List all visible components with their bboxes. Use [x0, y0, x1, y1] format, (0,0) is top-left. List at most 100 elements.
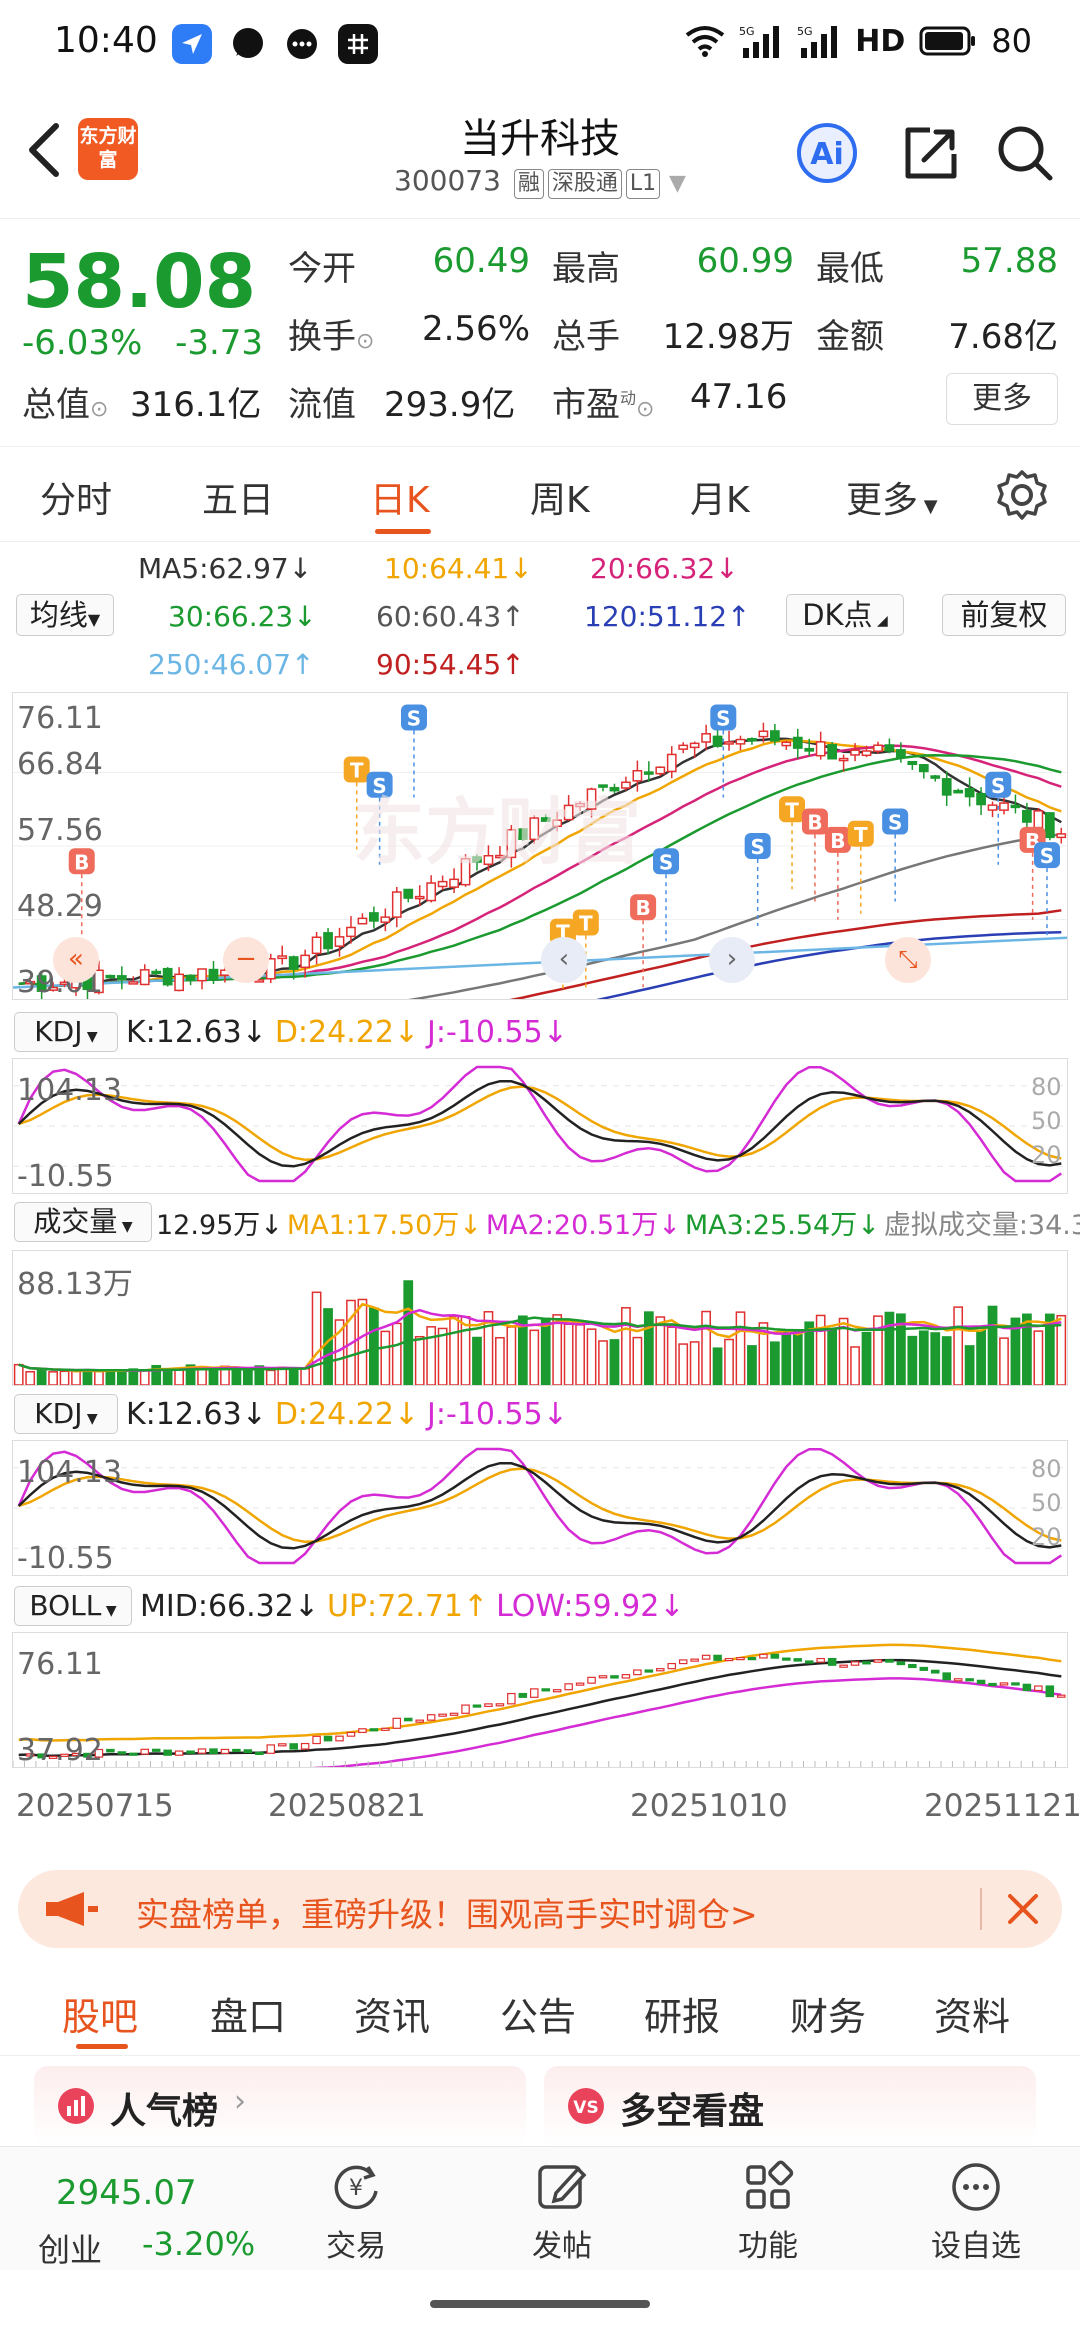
kdj2-level-20: 20	[1031, 1523, 1062, 1551]
boll-panel[interactable]: 76.11 37.92	[12, 1632, 1068, 1768]
boll-candle	[999, 1682, 1009, 1686]
zoom-out-icon[interactable]: −	[223, 937, 269, 983]
candle	[403, 888, 414, 899]
tab-profile[interactable]: 资料	[934, 1986, 1010, 2041]
candle	[964, 788, 975, 798]
tab-five-day[interactable]: 五日	[202, 471, 274, 523]
boll-candle	[495, 1703, 505, 1707]
volume-chart	[13, 1280, 1067, 1385]
ai-assistant-icon[interactable]: Ai	[796, 122, 858, 184]
boll-candle	[197, 1748, 207, 1754]
tab-pankou[interactable]: 盘口	[210, 1986, 286, 2041]
tab-guba[interactable]: 股吧	[62, 1986, 138, 2041]
volume-bar	[403, 1280, 414, 1385]
candle	[941, 778, 952, 796]
index-value[interactable]: 2945.07	[56, 2173, 197, 2213]
nav-functions[interactable]: 功能	[708, 2159, 828, 2265]
boll-candle	[782, 1657, 791, 1661]
candle	[162, 967, 173, 986]
adjust-mode-button[interactable]: 前复权	[942, 594, 1066, 636]
ma-selector[interactable]: 均线▼	[16, 594, 114, 636]
fullscreen-icon[interactable]: ⤡	[885, 937, 931, 983]
kdj-selector[interactable]: KDJ ▼	[14, 1012, 118, 1052]
tab-announcements[interactable]: 公告	[500, 1986, 576, 2041]
volume-bar	[655, 1316, 666, 1385]
dk-point-button[interactable]: DK点 ◢	[786, 594, 904, 636]
candle	[861, 750, 872, 757]
boll-candle	[656, 1668, 665, 1672]
turnover-label[interactable]: 换手⊙	[288, 309, 374, 358]
promo-banner[interactable]: 实盘榜单，重磅升级！围观高手实时调仓>	[18, 1870, 1062, 1948]
pe-value: 47.16	[690, 377, 788, 417]
volume-bar	[792, 1329, 803, 1385]
volume-ma1: MA1:17.50万↓	[286, 1209, 482, 1241]
expand-caret-icon[interactable]: ▼	[669, 171, 686, 196]
popularity-card[interactable]: 人气榜 ›	[34, 2066, 526, 2146]
open-value: 60.49	[432, 241, 530, 281]
tab-more-periods[interactable]: 更多 ▼	[846, 471, 938, 523]
candle	[827, 744, 838, 760]
boll-candle	[827, 1657, 837, 1666]
pe-label[interactable]: 市盈动⊙	[552, 377, 654, 426]
candle	[288, 956, 299, 970]
candle	[197, 968, 207, 982]
boll-candle	[461, 1704, 470, 1714]
volume-bar	[369, 1307, 379, 1385]
boll-candle	[507, 1692, 516, 1705]
kdj-panel[interactable]: 104.13 -10.55 80 50 20	[12, 1058, 1068, 1194]
index-change[interactable]: -3.20%	[142, 2225, 255, 2263]
gear-icon[interactable]	[996, 469, 1048, 521]
scroll-left-icon[interactable]: «	[53, 937, 99, 983]
kdj-panel-2[interactable]: 104.13 -10.55 80 50 20	[12, 1440, 1068, 1576]
volume-selector[interactable]: 成交量 ▼	[14, 1202, 152, 1242]
volume-label: 总手	[552, 317, 620, 357]
tab-research[interactable]: 研报	[644, 1986, 720, 2041]
boll-selector[interactable]: BOLL ▼	[14, 1586, 132, 1626]
vs-badge-icon: VS	[568, 2088, 604, 2124]
tab-daily-k[interactable]: 日K	[370, 471, 430, 523]
kline-chart-panel[interactable]: BTSSTTBSSSTBBTSSBS 东方财富 76.11 66.84 57.5…	[12, 692, 1068, 1000]
more-quote-button[interactable]: 更多	[946, 373, 1058, 425]
chat-bubble-icon	[228, 24, 268, 64]
kdj-selector-2[interactable]: KDJ ▼	[14, 1394, 118, 1434]
boll-line	[18, 1658, 1062, 1758]
candle	[953, 789, 964, 794]
volume-panel[interactable]: 88.13万	[12, 1250, 1068, 1386]
candle	[907, 760, 918, 766]
zoom-in-icon[interactable]: ‹	[541, 937, 587, 983]
candle	[346, 926, 356, 938]
tab-monthly-k[interactable]: 月K	[690, 471, 750, 523]
market-cap-label[interactable]: 总值⊙	[22, 377, 108, 426]
volume-bar	[13, 1363, 24, 1385]
kdj2-level-80: 80	[1031, 1455, 1062, 1483]
low-label: 最低	[816, 249, 884, 289]
search-icon[interactable]	[994, 122, 1056, 184]
index-name[interactable]: 创业	[38, 2225, 102, 2271]
boll-mid: MID:66.32↓	[140, 1588, 319, 1624]
y-label-1: 76.11	[17, 701, 103, 736]
nav-trade[interactable]: ¥ 交易	[296, 2159, 416, 2265]
home-indicator[interactable]	[430, 2300, 650, 2308]
boll-candle	[174, 1750, 184, 1756]
status-bar: 10:40 5G 5G HD 80	[0, 0, 1080, 92]
date-label-1: 20250715	[16, 1788, 174, 1824]
share-icon[interactable]	[900, 122, 962, 184]
boll-candle	[1057, 1694, 1066, 1698]
close-icon[interactable]	[1006, 1892, 1040, 1926]
y-label-2: 66.84	[17, 747, 103, 782]
tab-intraday[interactable]: 分时	[40, 471, 112, 523]
nav-watchlist-label: 设自选	[931, 2229, 1021, 2264]
long-short-card[interactable]: VS 多空看盘	[544, 2066, 1036, 2146]
volume-legend: 成交量 ▼ 12.95万↓ MA1:17.50万↓ MA2:20.51万↓ MA…	[14, 1202, 1080, 1242]
candle	[105, 974, 116, 979]
nav-watchlist[interactable]: 设自选	[916, 2159, 1036, 2265]
boll-candle	[701, 1654, 711, 1660]
scroll-right-icon[interactable]: ›	[709, 937, 755, 983]
candle	[128, 981, 139, 985]
tab-weekly-k[interactable]: 周K	[530, 471, 590, 523]
tab-news[interactable]: 资讯	[354, 1986, 430, 2041]
boll-candle	[106, 1748, 115, 1753]
tab-finance[interactable]: 财务	[790, 1986, 866, 2041]
nav-post[interactable]: 发帖	[502, 2159, 622, 2265]
svg-text:¥: ¥	[349, 2176, 363, 2201]
